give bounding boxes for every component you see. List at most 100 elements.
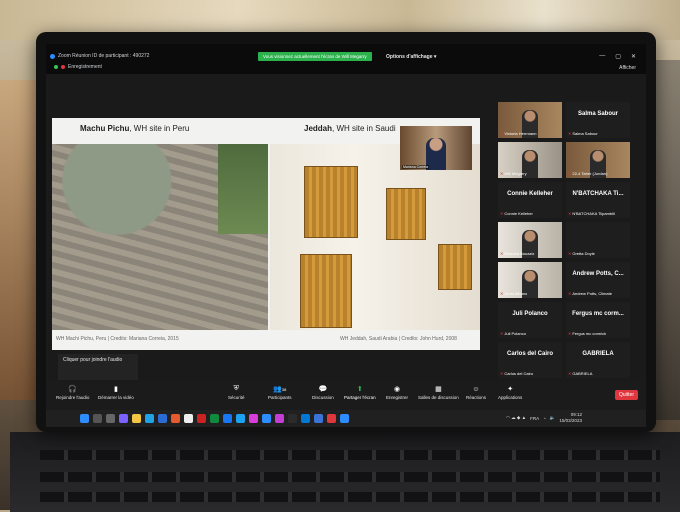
search-icon[interactable] bbox=[93, 414, 102, 423]
meeting-title-text: Zoom Réunion ID de participant : 490272 bbox=[58, 53, 150, 59]
join-audio-tooltip[interactable]: Cliquer pour joindre l'audio bbox=[58, 354, 138, 380]
participant-tile[interactable]: Carlos del Cairo ✕ Carlos del Cairo bbox=[498, 342, 562, 378]
participant-tile[interactable]: Salma Sabour ✕ Salma Sabour bbox=[566, 102, 630, 138]
participant-tile[interactable]: Fergus mc corm... ✕ Fergus mc cormick bbox=[566, 302, 630, 338]
zoom-logo-icon bbox=[50, 53, 55, 59]
participant-name-label: ✕ Gretta Doyle bbox=[568, 251, 595, 256]
apps-icon: ✦ bbox=[507, 386, 514, 393]
firefox-icon[interactable] bbox=[171, 414, 180, 423]
language-indicator[interactable]: FRA bbox=[530, 416, 539, 421]
shield-icon[interactable] bbox=[54, 65, 58, 69]
participant-name-label: ✕ N'BATCHAKA Tiipambili bbox=[568, 211, 615, 216]
participant-tile[interactable]: GABRIELA ✕ GABRIELA bbox=[566, 342, 630, 378]
tray-icons[interactable]: ◠ ☁ ◆ ▲ bbox=[506, 415, 526, 421]
facebook-icon[interactable] bbox=[223, 414, 232, 423]
maximize-icon[interactable]: ▢ bbox=[615, 53, 621, 60]
quit-button[interactable]: Quitter bbox=[614, 390, 638, 400]
participant-tile[interactable]: ✕ Khaoula Bouaziz bbox=[498, 222, 562, 258]
zoom-icon[interactable] bbox=[340, 414, 349, 423]
participant-tile[interactable]: Andrew Potts, C... ✕ Andrew Potts, Climate bbox=[566, 262, 630, 298]
speaker-name: Mariana Correia bbox=[402, 165, 430, 169]
clock[interactable]: 09:12 15/03/2023 bbox=[559, 412, 582, 424]
app-icon[interactable] bbox=[275, 414, 284, 423]
record-button[interactable]: ◉ Enregistrer bbox=[386, 385, 408, 400]
participants-button[interactable]: 👥 38 Participants bbox=[268, 385, 292, 400]
share-screen-button[interactable]: ⬆ Partager l'écran bbox=[344, 385, 376, 400]
screen-share-banner: Vous visionnez actuellement l'écran de W… bbox=[258, 52, 372, 61]
speaker-video-inset[interactable]: Mariana Correia bbox=[400, 126, 472, 170]
participant-name: 22-4 Taher (Jordan) bbox=[572, 171, 608, 176]
participant-name: Fergus mc cormick bbox=[572, 331, 607, 336]
wifi-icon[interactable]: ◔ bbox=[543, 416, 546, 421]
word-icon[interactable] bbox=[314, 414, 323, 423]
participant-name-label: ✕ Jenni Albano bbox=[500, 291, 527, 296]
folder-icon[interactable] bbox=[132, 414, 141, 423]
recording-indicator: Enregistrement bbox=[54, 64, 102, 70]
right-title-rest: , WH site in Saudi bbox=[332, 124, 396, 133]
participant-name: Will Megarry bbox=[504, 171, 527, 176]
participant-tile[interactable]: N'BATCHAKA Ti... ✕ N'BATCHAKA Tiipambili bbox=[566, 182, 630, 218]
instagram-icon[interactable] bbox=[249, 414, 258, 423]
keyboard bbox=[10, 432, 680, 512]
task-view-icon[interactable] bbox=[106, 414, 115, 423]
volume-icon[interactable]: 🔈 bbox=[550, 415, 556, 421]
app-icon[interactable] bbox=[288, 414, 297, 423]
gallery-view-button[interactable]: Afficher bbox=[619, 65, 636, 71]
participant-name-label: ✕ 22-4 Taher (Jordan) bbox=[568, 171, 607, 176]
outlook-icon[interactable] bbox=[301, 414, 310, 423]
join-audio-label: Rejoindre l'audio bbox=[56, 395, 90, 400]
start-video-button[interactable]: ▮ Démarrer la vidéo bbox=[98, 385, 134, 400]
participant-name: Juli Polanco bbox=[504, 331, 526, 336]
join-audio-button[interactable]: 🎧 Rejoindre l'audio bbox=[56, 385, 89, 400]
minimize-icon[interactable]: — bbox=[599, 53, 605, 60]
left-slide-title: Machu Pichu, WH site in Peru bbox=[80, 124, 189, 133]
reactions-icon: ☺ bbox=[472, 385, 480, 393]
app-icon[interactable] bbox=[210, 414, 219, 423]
muted-mic-icon: ✕ bbox=[500, 131, 504, 136]
start-icon[interactable] bbox=[80, 414, 89, 423]
participant-name-label: ✕ Victoria Herrmann bbox=[500, 131, 537, 136]
windows-taskbar: ◠ ☁ ◆ ▲ FRA ◔ 🔈 09:12 15/03/2023 bbox=[46, 410, 646, 427]
participant-tile[interactable]: ✕ Victoria Herrmann bbox=[498, 102, 562, 138]
participant-tile[interactable]: ✕ Will Megarry bbox=[498, 142, 562, 178]
chat-button[interactable]: 💬 Discussion bbox=[312, 385, 334, 400]
meeting-toolbar: 🎧 Rejoindre l'audio ▮ Démarrer la vidéo … bbox=[46, 382, 646, 410]
zoom-icon[interactable] bbox=[262, 414, 271, 423]
twitter-icon[interactable] bbox=[236, 414, 245, 423]
app-icon[interactable] bbox=[327, 414, 336, 423]
headphones-icon: 🎧 bbox=[68, 386, 78, 393]
security-button[interactable]: ⛨ Sécurité bbox=[228, 385, 245, 400]
participant-tile[interactable]: ✕ Jenni Albano bbox=[498, 262, 562, 298]
participant-tile[interactable]: ✕ 22-4 Taher (Jordan) bbox=[566, 142, 630, 178]
edge-icon[interactable] bbox=[145, 414, 154, 423]
teams-icon[interactable] bbox=[119, 414, 128, 423]
key-row bbox=[40, 450, 660, 460]
security-label: Sécurité bbox=[228, 395, 245, 400]
breakout-rooms-button[interactable]: ▦ Salles de discussion bbox=[418, 385, 459, 400]
participant-name-label: ✕ Salma Sabour bbox=[568, 131, 598, 136]
balcony bbox=[300, 254, 352, 328]
right-slide-title: Jeddah, WH site in Saudi bbox=[304, 124, 396, 133]
view-options-button[interactable]: Options d'affichage ▾ bbox=[386, 54, 436, 60]
muted-mic-icon: ✕ bbox=[568, 171, 572, 176]
participant-display-name: Carlos del Cairo bbox=[506, 351, 553, 357]
reactions-button[interactable]: ☺ Réactions bbox=[466, 385, 486, 401]
muted-mic-icon: ✕ bbox=[568, 211, 572, 216]
participant-tile[interactable]: Connie Kelleher ✕ Connie Kelleher bbox=[498, 182, 562, 218]
store-icon[interactable] bbox=[158, 414, 167, 423]
participant-name: Victoria Herrmann bbox=[504, 131, 537, 136]
jeddah-photo bbox=[270, 144, 480, 330]
participant-name: Jenni Albano bbox=[504, 291, 528, 296]
participants-icon: 👥 38 bbox=[273, 386, 287, 393]
meeting-title: Zoom Réunion ID de participant : 490272 bbox=[50, 53, 149, 59]
recording-icon bbox=[61, 65, 65, 69]
participant-name: Gretta Doyle bbox=[572, 251, 595, 256]
mcafee-icon[interactable] bbox=[197, 414, 206, 423]
close-icon[interactable]: ✕ bbox=[631, 53, 636, 60]
apps-button[interactable]: ✦ Applications bbox=[498, 385, 522, 400]
participant-tile[interactable]: ✕ Gretta Doyle bbox=[566, 222, 630, 258]
participant-name-label: ✕ GABRIELA bbox=[568, 371, 592, 376]
muted-mic-icon: ✕ bbox=[500, 371, 504, 376]
participant-tile[interactable]: Juli Polanco ✕ Juli Polanco bbox=[498, 302, 562, 338]
chrome-icon[interactable] bbox=[184, 414, 193, 423]
